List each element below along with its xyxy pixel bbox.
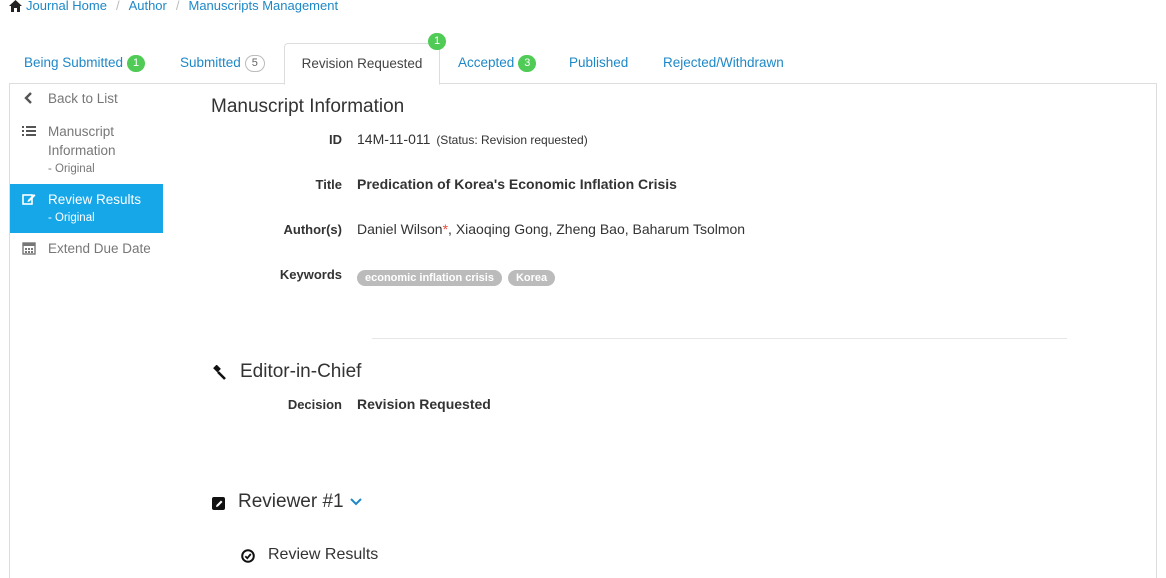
decision-label: Decision (287, 397, 342, 412)
tab-label: Submitted (180, 55, 241, 70)
sidebar-item-label: Back to List (48, 91, 118, 106)
reviewer-title: Reviewer #1 (238, 491, 344, 512)
gavel-icon (213, 365, 226, 380)
sidebar-item-manuscript-information[interactable]: Manuscript Information - Original (10, 116, 163, 184)
keyword-tag: Korea (507, 270, 556, 286)
count-badge: 5 (244, 54, 265, 72)
manuscript-information-heading: Manuscript Information (211, 96, 405, 117)
tab-label: Being Submitted (24, 55, 124, 70)
breadcrumb-separator: / (115, 0, 120, 13)
tab-divider (9, 83, 1157, 84)
tab-being-submitted[interactable]: Being Submitted 1 (24, 43, 146, 83)
section-divider (372, 338, 1067, 339)
check-circle-icon (241, 549, 255, 563)
chevron-left-icon (24, 92, 32, 104)
tab-revision-requested[interactable]: Revision Requested 1 (284, 33, 446, 85)
reviewer-heading[interactable]: Reviewer #1 (238, 491, 344, 513)
id-label: ID (329, 132, 342, 147)
tab-label: Accepted (458, 55, 515, 70)
keywords-label: Keywords (279, 267, 342, 282)
keyword-tag: economic inflation crisis (357, 270, 502, 286)
back-to-list[interactable]: Back to List (10, 84, 163, 116)
breadcrumb-manuscripts-management[interactable]: Manuscripts Management (189, 0, 339, 13)
panel-border (1156, 84, 1157, 578)
breadcrumb-separator: / (175, 0, 180, 13)
list-icon (22, 126, 36, 136)
sidebar: Back to List Manuscript Information - Or… (10, 84, 163, 264)
status-tabs: Being Submitted 1 Submitted 5 Revision Req… (9, 33, 1157, 85)
title-label: Title (315, 177, 343, 192)
review-results-heading: Review Results (268, 546, 379, 563)
breadcrumb: Journal Home / Author / Manuscripts Mana… (9, 0, 338, 13)
status-note: (Status: Revision requested) (436, 133, 588, 147)
id-value: 14M-11-011 (Status: Revision requested) (357, 131, 588, 147)
sidebar-item-review-results[interactable]: Review Results - Original (10, 184, 163, 233)
authors-value: Daniel Wilson*, Xiaoqing Gong, Zheng Bao… (357, 221, 745, 237)
sidebar-item-label: Review Results (48, 192, 142, 207)
home-icon (9, 0, 22, 12)
sidebar-item-label: Manuscript (48, 124, 115, 139)
breadcrumb-author[interactable]: Author (129, 0, 167, 13)
authors-label: Author(s) (283, 222, 343, 237)
sidebar-item-subtitle: - Original (48, 163, 95, 175)
sidebar-item-subtitle: - Original (48, 212, 95, 224)
keywords-value: economic inflation crisis Korea (357, 268, 561, 286)
tab-accepted[interactable]: Accepted 3 (458, 43, 537, 83)
tab-rejected-withdrawn[interactable]: Rejected/Withdrawn (663, 43, 784, 83)
tab-label: Published (569, 55, 629, 70)
count-badge: 3 (518, 54, 537, 72)
count-badge: 1 (127, 54, 146, 72)
count-badge: 1 (428, 33, 446, 50)
title-value: Predication of Korea's Economic Inflatio… (357, 176, 677, 192)
edit-square-icon (212, 497, 225, 510)
editor-in-chief-heading: Editor-in-Chief (240, 361, 362, 382)
breadcrumb-journal-home[interactable]: Journal Home (26, 0, 107, 13)
corresponding-author: Daniel Wilson (357, 221, 443, 237)
tab-label: Revision Requested (301, 56, 423, 71)
edit-icon (22, 194, 36, 205)
chevron-down-icon[interactable] (349, 494, 363, 508)
tab-submitted[interactable]: Submitted 5 (180, 43, 265, 83)
tab-label: Rejected/Withdrawn (663, 55, 784, 70)
sidebar-item-label: Information (48, 143, 116, 158)
calendar-icon (22, 242, 36, 255)
decision-value: Revision Requested (357, 396, 491, 412)
manuscript-id: 14M-11-011 (357, 131, 431, 147)
co-authors: , Xiaoqing Gong, Zheng Bao, Baharum Tsol… (448, 221, 746, 237)
sidebar-item-extend-due-date[interactable]: Extend Due Date (10, 233, 163, 264)
tab-published[interactable]: Published (569, 43, 628, 83)
sidebar-item-label: Extend Due Date (48, 241, 151, 256)
